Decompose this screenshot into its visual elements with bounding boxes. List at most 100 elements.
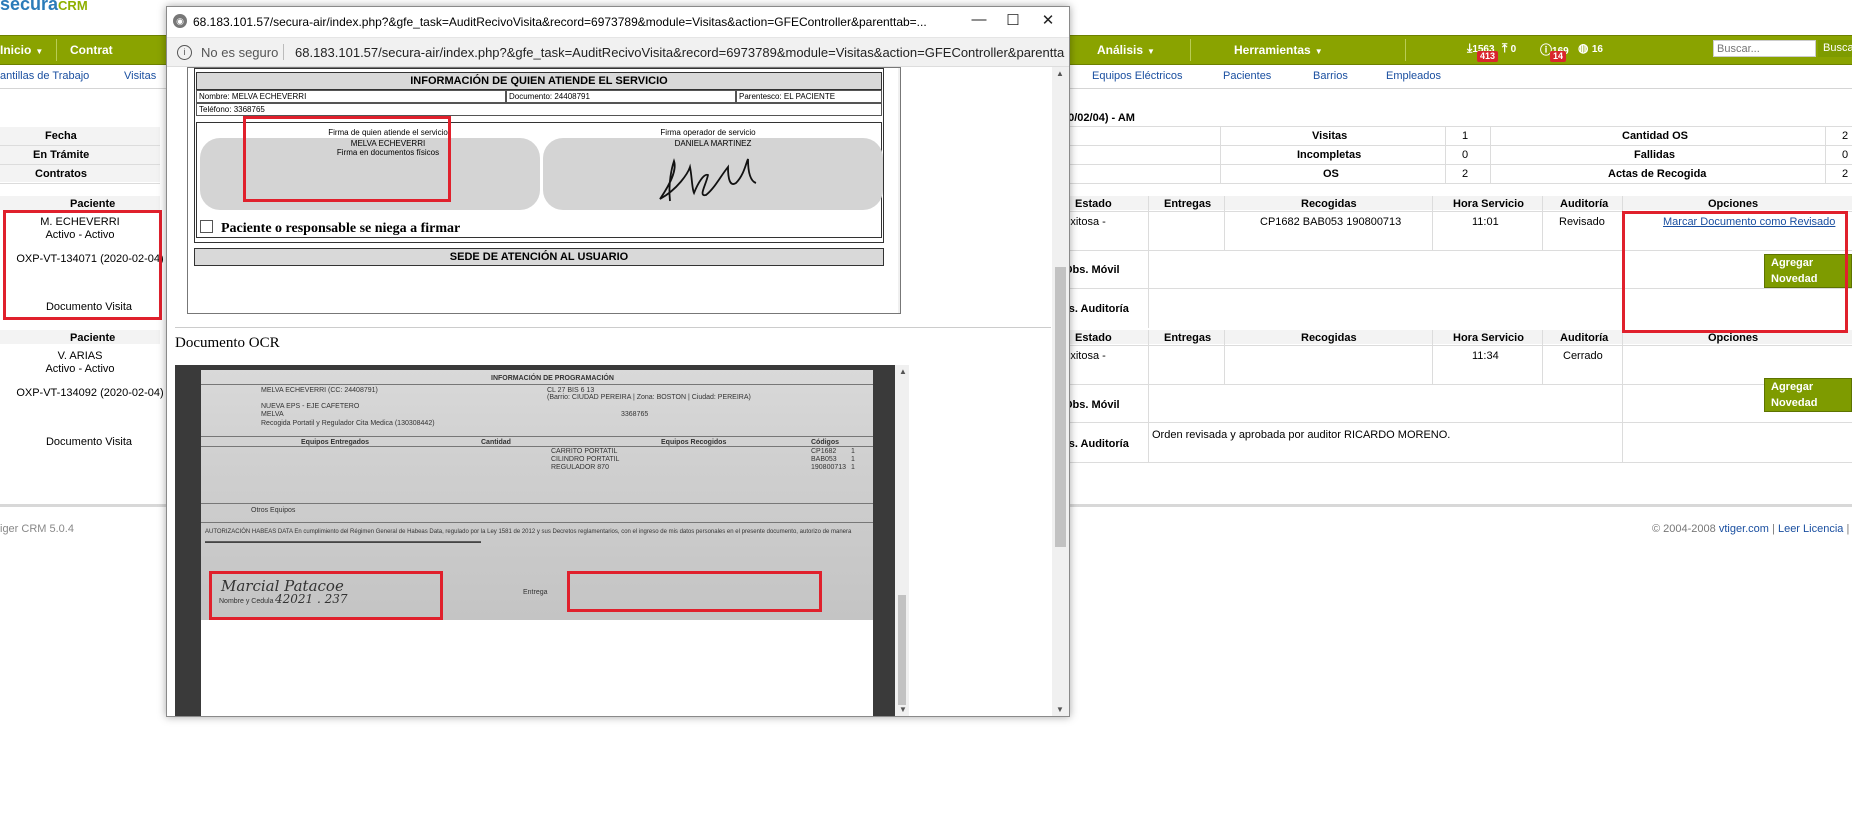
chat-icon[interactable]: ◍ 16 xyxy=(1578,41,1603,55)
highlight-box xyxy=(3,210,162,320)
scan-item-qty: 1 xyxy=(851,464,855,471)
ocr-scan-frame[interactable]: INFORMACIÓN DE PROGRAMACIÓN MELVA ECHEVE… xyxy=(175,365,909,716)
doc-nombre: Nombre: MELVA ECHEVERRI xyxy=(196,90,506,103)
col-estado-header: Estado xyxy=(1075,198,1112,210)
col-hora-header: Hora Servicio xyxy=(1453,332,1524,344)
scroll-up-icon[interactable]: ▲ xyxy=(899,367,907,376)
obs-movil-label: Obs. Móvil xyxy=(1064,399,1120,411)
date-header: 20/02/04) - AM xyxy=(1062,112,1135,124)
divider xyxy=(1068,183,1852,184)
info-icon[interactable]: i xyxy=(177,45,192,60)
scan-scrollbar[interactable]: ▲ ▼ xyxy=(895,365,909,716)
scroll-down-icon[interactable]: ▼ xyxy=(1056,705,1064,714)
summary-fallidas-label: Fallidas xyxy=(1634,149,1675,161)
highlight-box xyxy=(243,116,451,202)
upload-icon[interactable]: ⤒ 0 xyxy=(1502,41,1516,56)
nav-herramientas[interactable]: Herramientas ▼ xyxy=(1234,36,1323,64)
summary-cantidad-os-label: Cantidad OS xyxy=(1622,130,1689,142)
scan-solicitante: MELVA xyxy=(261,411,284,418)
nav-inicio[interactable]: Inicio ▼ xyxy=(0,36,43,64)
scan-item-qty: 1 xyxy=(851,448,855,455)
doc-parentesco: Parentesco: EL PACIENTE xyxy=(736,90,882,103)
subnav-visitas[interactable]: Visitas xyxy=(124,70,156,82)
url-field[interactable]: 68.183.101.57/secura-air/index.php?&gfe_… xyxy=(295,45,1065,60)
nav-analisis[interactable]: Análisis ▼ xyxy=(1097,36,1155,64)
ocr-section-title: Documento OCR xyxy=(175,335,280,351)
scan-item-qty: 1 xyxy=(851,456,855,463)
maximize-icon[interactable]: ☐ xyxy=(998,11,1028,29)
scroll-up-icon[interactable]: ▲ xyxy=(1056,69,1064,78)
operator-signature-image xyxy=(659,158,757,202)
scroll-down-icon[interactable]: ▼ xyxy=(899,705,907,714)
col-opciones-header: Opciones xyxy=(1708,332,1759,344)
divider xyxy=(1542,330,1543,385)
scrollbar-thumb[interactable] xyxy=(898,595,906,705)
col-recogidas-header: Recogidas xyxy=(1301,332,1357,344)
popup-titlebar[interactable]: ◉ 68.183.101.57/secura-air/index.php?&gf… xyxy=(167,7,1069,38)
subnav-empleados[interactable]: Empleados xyxy=(1386,70,1441,82)
documento-visita-link[interactable]: Documento Visita xyxy=(0,436,178,448)
close-icon[interactable]: ✕ xyxy=(1033,11,1063,29)
not-secure-label[interactable]: No es seguro xyxy=(201,45,278,60)
doc-scrollbar[interactable]: ▼ xyxy=(898,68,900,313)
subnav-barrios[interactable]: Barrios xyxy=(1313,70,1348,82)
summary-visitas-value: 1 xyxy=(1462,130,1469,142)
checkbox-icon[interactable] xyxy=(200,220,213,233)
divider xyxy=(1490,126,1491,184)
nav-separator xyxy=(1405,39,1406,61)
col-paciente-header: Paciente xyxy=(70,198,116,210)
divider xyxy=(1432,330,1433,385)
subnav-planillas[interactable]: antillas de Trabajo xyxy=(0,70,89,82)
contract-number[interactable]: OXP-VT-134092 (2020-02-04) xyxy=(0,387,180,399)
scan-codigos: Códigos xyxy=(811,439,839,446)
address-bar[interactable]: i No es seguro 68.183.101.57/secura-air/… xyxy=(167,38,1069,67)
refuse-signature-checkbox[interactable]: Paciente o responsable se niega a firmar xyxy=(200,220,460,237)
doc-sede-title: SEDE DE ATENCIÓN AL USUARIO xyxy=(194,248,884,266)
scan-direccion: CL 27 BIS 6 13 xyxy=(547,387,595,394)
nav-contratos[interactable]: Contrat xyxy=(70,36,113,64)
scan-item: CILINDRO PORTATIL xyxy=(551,456,620,463)
doc-documento: Documento: 24408791 xyxy=(506,90,736,103)
visit-hora: 11:01 xyxy=(1472,216,1499,228)
agregar-novedad-button[interactable]: Agregar Novedad xyxy=(1764,378,1852,412)
doc-telefono: Teléfono: 3368765 xyxy=(196,103,882,116)
scan-item-code: CP1682 xyxy=(811,448,837,455)
scan-line xyxy=(201,503,873,504)
scan-entrega: Entrega xyxy=(523,589,548,596)
scan-paciente: MELVA ECHEVERRI (CC: 24408791) xyxy=(261,387,378,394)
divider xyxy=(1062,462,1852,463)
scrollbar-thumb[interactable] xyxy=(1055,267,1066,547)
logo-main: secura xyxy=(0,0,59,14)
address-separator xyxy=(283,44,284,60)
obs-auditoria-label: bs. Auditoría xyxy=(1062,303,1129,315)
visit-auditoria: Cerrado xyxy=(1563,350,1603,362)
subnav-pacientes[interactable]: Pacientes xyxy=(1223,70,1271,82)
summary-actas-label: Actas de Recogida xyxy=(1608,168,1707,180)
divider xyxy=(1445,126,1446,184)
summary-label-fecha: Fecha xyxy=(45,130,77,142)
nav-separator xyxy=(1190,39,1191,61)
col-auditoria-header: Auditoría xyxy=(1560,198,1609,210)
divider xyxy=(1224,196,1225,251)
license-link[interactable]: Leer Licencia xyxy=(1778,523,1843,535)
col-auditoria-header: Auditoría xyxy=(1560,332,1609,344)
col-entregas-header: Entregas xyxy=(1164,332,1212,344)
vtiger-link[interactable]: vtiger.com xyxy=(1719,523,1769,535)
divider xyxy=(1622,330,1623,463)
minimize-icon[interactable]: — xyxy=(964,11,994,28)
highlight-box xyxy=(567,571,822,612)
patient-name[interactable]: V. ARIAS xyxy=(0,350,160,362)
chevron-down-icon: ▼ xyxy=(35,47,44,56)
search-input[interactable] xyxy=(1713,40,1816,57)
divider xyxy=(1224,330,1225,385)
visit-hora: 11:34 xyxy=(1472,350,1499,362)
obs-movil-label: Obs. Móvil xyxy=(1064,264,1120,276)
obs-auditoria-value: Orden revisada y aprobada por auditor RI… xyxy=(1152,429,1451,441)
footer-copyright: © 2004-2008 vtiger.com | Leer Licencia | xyxy=(1652,523,1850,535)
scan-header: INFORMACIÓN DE PROGRAMACIÓN xyxy=(491,375,614,382)
popup-scrollbar[interactable]: ▲ ▼ xyxy=(1052,67,1069,716)
search-button[interactable]: Busca xyxy=(1818,40,1852,57)
scan-telefono: 3368765 xyxy=(621,411,649,418)
scan-item-code: BAB053 xyxy=(811,456,837,463)
subnav-equipos-electricos[interactable]: Equipos Eléctricos xyxy=(1092,70,1183,82)
